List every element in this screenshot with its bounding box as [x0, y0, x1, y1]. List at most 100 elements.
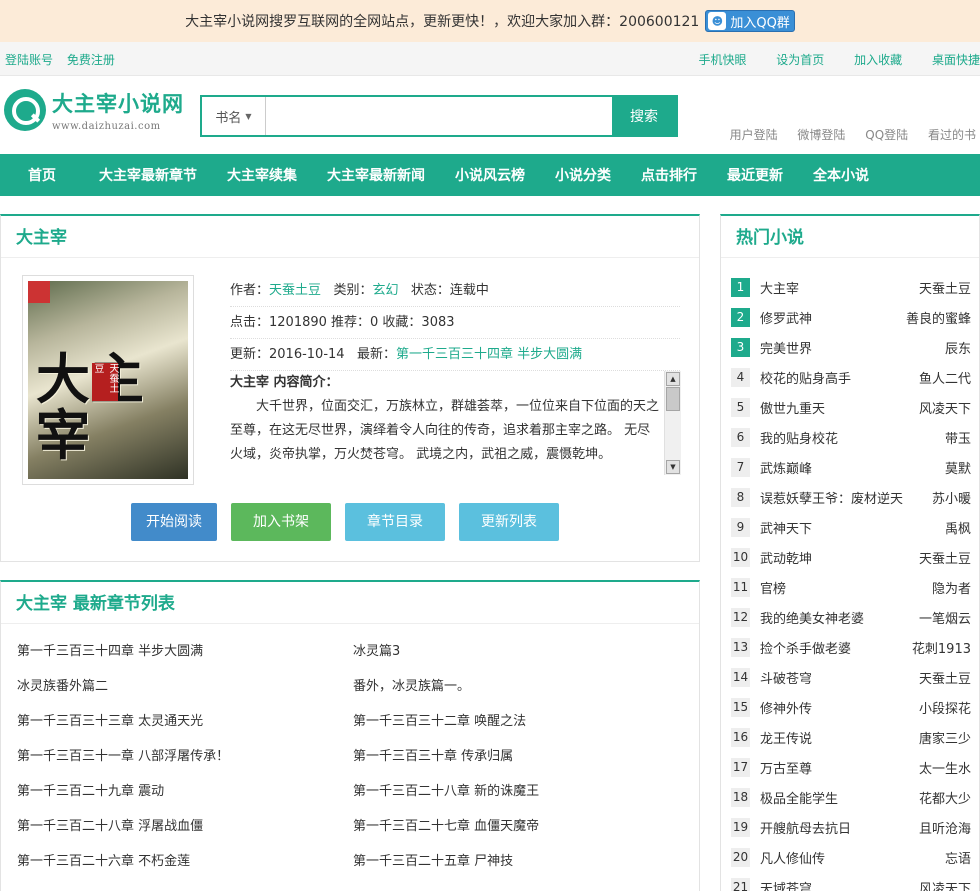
hot-novel-item[interactable]: 9 武神天下 禹枫: [731, 512, 971, 542]
scroll-thumb[interactable]: [666, 387, 680, 411]
scroll-up-icon[interactable]: ▲: [666, 372, 680, 386]
nav-item-categories[interactable]: 小说分类: [555, 165, 611, 185]
hot-novel-item[interactable]: 8 误惹妖孽王爷：废材逆天 苏小暖: [731, 482, 971, 512]
hot-novel-title[interactable]: 官榜: [760, 578, 932, 597]
hot-novel-author[interactable]: 禹枫: [945, 518, 971, 537]
hot-novel-item[interactable]: 11 官榜 隐为者: [731, 572, 971, 602]
hot-novel-title[interactable]: 凡人修仙传: [760, 848, 945, 867]
hot-novel-author[interactable]: 风凌天下: [919, 878, 971, 891]
hot-novel-title[interactable]: 斗破苍穹: [760, 668, 919, 687]
hot-novel-author[interactable]: 小段探花: [919, 698, 971, 717]
hot-novel-author[interactable]: 隐为者: [932, 578, 971, 597]
search-type-select[interactable]: 书名 ▼: [202, 97, 266, 135]
chapter-link[interactable]: 第一千三百二十五章 尸神技: [353, 850, 689, 885]
chapter-link[interactable]: 第一千三百二十七章 血僵天魔帝: [353, 815, 689, 850]
hot-novel-author[interactable]: 一笔烟云: [919, 608, 971, 627]
latest-chapter-link[interactable]: 第一千三百三十四章 半步大圆满: [396, 347, 582, 362]
hot-novel-title[interactable]: 武神天下: [760, 518, 945, 537]
scroll-down-icon[interactable]: ▼: [666, 460, 680, 474]
nav-item-completed[interactable]: 全本小说: [813, 165, 869, 185]
hot-novel-title[interactable]: 完美世界: [760, 338, 945, 357]
hot-novel-title[interactable]: 武炼巅峰: [760, 458, 945, 477]
intro-scrollbar[interactable]: ▲ ▼: [664, 371, 681, 475]
hot-novel-author[interactable]: 忘语: [945, 848, 971, 867]
hot-novel-item[interactable]: 1 大主宰 天蚕土豆: [731, 272, 971, 302]
chapter-link[interactable]: 第一千三百三十章 传承归属: [353, 745, 689, 780]
hot-novel-item[interactable]: 14 斗破苍穹 天蚕土豆: [731, 662, 971, 692]
hot-novel-title[interactable]: 傲世九重天: [760, 398, 919, 417]
hot-novel-title[interactable]: 武动乾坤: [760, 548, 919, 567]
chapter-link[interactable]: 番外，冰灵族篇一。: [353, 675, 689, 710]
hot-novel-item[interactable]: 5 傲世九重天 风凌天下: [731, 392, 971, 422]
start-reading-button[interactable]: 开始阅读: [131, 503, 217, 541]
hot-novel-author[interactable]: 带玉: [945, 428, 971, 447]
chapter-link[interactable]: 第一千三百三十一章 八部浮屠传承！: [17, 745, 353, 780]
nav-item-news[interactable]: 大主宰最新新闻: [327, 165, 425, 185]
hot-novel-item[interactable]: 21 天域苍穹 风凌天下: [731, 872, 971, 891]
hot-novel-item[interactable]: 6 我的贴身校花 带玉: [731, 422, 971, 452]
mobile-link[interactable]: 手机快眼: [698, 53, 746, 67]
hot-novel-item[interactable]: 3 完美世界 辰东: [731, 332, 971, 362]
hot-novel-author[interactable]: 唐家三少: [919, 728, 971, 747]
nav-item-latest-chapters[interactable]: 大主宰最新章节: [99, 165, 197, 185]
chapter-link[interactable]: 第一千三百二十八章 新的诛魔王: [353, 780, 689, 815]
hot-novel-item[interactable]: 7 武炼巅峰 莫默: [731, 452, 971, 482]
add-bookshelf-button[interactable]: 加入书架: [231, 503, 331, 541]
hot-novel-author[interactable]: 且听沧海: [919, 818, 971, 837]
chapter-link[interactable]: 第一千三百二十八章 浮屠战血僵: [17, 815, 353, 850]
hot-novel-title[interactable]: 开艘航母去抗日: [760, 818, 919, 837]
hot-novel-author[interactable]: 辰东: [945, 338, 971, 357]
nav-item-recent-updates[interactable]: 最近更新: [727, 165, 783, 185]
hot-novel-item[interactable]: 18 极品全能学生 花都大少: [731, 782, 971, 812]
hot-novel-title[interactable]: 我的绝美女神老婆: [760, 608, 919, 627]
chapter-link[interactable]: 第一千三百三十四章 半步大圆满: [17, 640, 353, 675]
hot-novel-item[interactable]: 19 开艘航母去抗日 且听沧海: [731, 812, 971, 842]
chapter-link[interactable]: 第一千三百二十六章 不朽金莲: [17, 850, 353, 885]
register-link[interactable]: 免费注册: [67, 53, 115, 67]
hot-novel-title[interactable]: 龙王传说: [760, 728, 919, 747]
hot-novel-title[interactable]: 极品全能学生: [760, 788, 919, 807]
hot-novel-title[interactable]: 误惹妖孽王爷：废材逆天: [760, 488, 932, 507]
chapter-link[interactable]: 冰灵族番外篇二: [17, 675, 353, 710]
desktop-shortcut-link[interactable]: 桌面快捷: [932, 53, 980, 67]
hot-novel-title[interactable]: 校花的贴身高手: [760, 368, 919, 387]
site-logo[interactable]: 大主宰小说网 www.daizhuzai.com: [4, 88, 184, 132]
hot-novel-item[interactable]: 12 我的绝美女神老婆 一笔烟云: [731, 602, 971, 632]
hot-novel-title[interactable]: 大主宰: [760, 278, 919, 297]
nav-item-ranking-board[interactable]: 小说风云榜: [455, 165, 525, 185]
hot-novel-author[interactable]: 天蚕土豆: [919, 668, 971, 687]
hot-novel-author[interactable]: 鱼人二代: [919, 368, 971, 387]
hot-novel-author[interactable]: 花都大少: [919, 788, 971, 807]
chapter-link[interactable]: 第一千三百三十二章 唤醒之法: [353, 710, 689, 745]
hot-novel-item[interactable]: 13 捡个杀手做老婆 花刺1913: [731, 632, 971, 662]
intro-scroll-area[interactable]: 大主宰 内容简介： 大千世界，位面交汇，万族林立，群雄荟萃，一位位来自下位面的天…: [230, 371, 681, 475]
history-link[interactable]: 看过的书: [928, 128, 976, 142]
hot-novel-item[interactable]: 16 龙王传说 唐家三少: [731, 722, 971, 752]
hot-novel-item[interactable]: 20 凡人修仙传 忘语: [731, 842, 971, 872]
qq-login-link[interactable]: QQ登陆: [865, 128, 908, 142]
nav-item-click-ranking[interactable]: 点击排行: [641, 165, 697, 185]
hot-novel-item[interactable]: 4 校花的贴身高手 鱼人二代: [731, 362, 971, 392]
hot-novel-author[interactable]: 莫默: [945, 458, 971, 477]
chapter-link[interactable]: 冰灵篇3: [353, 640, 689, 675]
chapter-link[interactable]: 第一千三百三十三章 太灵通天光: [17, 710, 353, 745]
hot-novel-author[interactable]: 天蚕土豆: [919, 278, 971, 297]
category-link[interactable]: 玄幻: [372, 283, 398, 298]
hot-novel-author[interactable]: 风凌天下: [919, 398, 971, 417]
author-link[interactable]: 天蚕土豆: [269, 283, 321, 298]
join-qq-group-button[interactable]: ☻ 加入QQ群: [705, 10, 795, 32]
hot-novel-item[interactable]: 17 万古至尊 太一生水: [731, 752, 971, 782]
hot-novel-title[interactable]: 修罗武神: [760, 308, 906, 327]
hot-novel-item[interactable]: 10 武动乾坤 天蚕土豆: [731, 542, 971, 572]
hot-novel-author[interactable]: 苏小暖: [932, 488, 971, 507]
weibo-login-link[interactable]: 微博登陆: [797, 128, 845, 142]
chapter-link[interactable]: 第一千三百二十九章 震动: [17, 780, 353, 815]
update-list-button[interactable]: 更新列表: [459, 503, 559, 541]
add-favorite-link[interactable]: 加入收藏: [854, 53, 902, 67]
hot-novel-item[interactable]: 2 修罗武神 善良的蜜蜂: [731, 302, 971, 332]
hot-novel-author[interactable]: 天蚕土豆: [919, 548, 971, 567]
hot-novel-author[interactable]: 花刺1913: [912, 638, 971, 657]
search-button[interactable]: 搜索: [612, 97, 676, 135]
hot-novel-title[interactable]: 修神外传: [760, 698, 919, 717]
hot-novel-title[interactable]: 我的贴身校花: [760, 428, 945, 447]
